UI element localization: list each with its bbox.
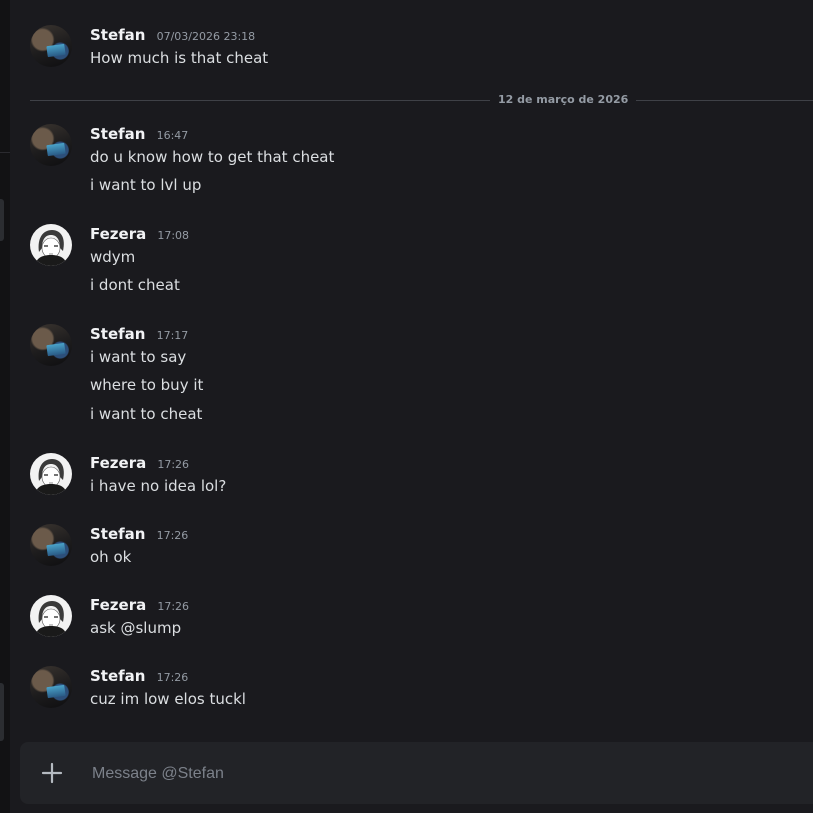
add-attachment-button[interactable] [40, 761, 64, 785]
avatar[interactable] [30, 595, 72, 637]
date-divider-label: 12 de março de 2026 [490, 93, 637, 106]
message-text: i dont cheat [90, 276, 180, 294]
message-text: i have no idea lol? [90, 477, 227, 495]
date-divider [30, 100, 813, 101]
message-author[interactable]: Stefan [90, 26, 145, 44]
message-text: How much is that cheat [90, 49, 269, 67]
message-author[interactable]: Fezera [90, 454, 146, 472]
sidebar-panel-edge [0, 199, 4, 241]
message-author[interactable]: Stefan [90, 667, 145, 685]
message-text: cuz im low elos tuckl [90, 690, 246, 708]
message-text: do u know how to get that cheat [90, 148, 335, 166]
message-timestamp: 17:26 [156, 529, 189, 542]
message-timestamp: 17:26 [157, 600, 190, 613]
avatar[interactable] [30, 666, 72, 708]
message-author[interactable]: Fezera [90, 225, 146, 243]
message-timestamp: 17:08 [157, 229, 190, 242]
message-composer [20, 742, 813, 804]
avatar[interactable] [30, 25, 72, 67]
message-timestamp: 16:47 [156, 129, 189, 142]
message-timestamp: 17:26 [156, 671, 189, 684]
message-text: wdym [90, 248, 136, 266]
message-text: where to buy it [90, 376, 204, 394]
message-author[interactable]: Stefan [90, 325, 145, 343]
message-text: i want to lvl up [90, 176, 202, 194]
avatar[interactable] [30, 453, 72, 495]
avatar[interactable] [30, 124, 72, 166]
message-text: i want to cheat [90, 405, 203, 423]
message-author[interactable]: Stefan [90, 125, 145, 143]
avatar[interactable] [30, 524, 72, 566]
sidebar-panel-edge [0, 683, 4, 741]
server-sidebar-edge [0, 0, 10, 813]
message-timestamp: 07/03/2026 23:18 [156, 30, 256, 43]
plus-icon [41, 762, 63, 784]
message-timestamp: 17:26 [157, 458, 190, 471]
message-text: ask @slump [90, 619, 182, 637]
avatar[interactable] [30, 324, 72, 366]
message-text: oh ok [90, 548, 132, 566]
message-input[interactable] [90, 758, 794, 790]
message-author[interactable]: Stefan [90, 525, 145, 543]
sidebar-divider [0, 152, 10, 153]
message-author[interactable]: Fezera [90, 596, 146, 614]
avatar[interactable] [30, 224, 72, 266]
message-timestamp: 17:17 [156, 329, 189, 342]
message-text: i want to say [90, 348, 187, 366]
